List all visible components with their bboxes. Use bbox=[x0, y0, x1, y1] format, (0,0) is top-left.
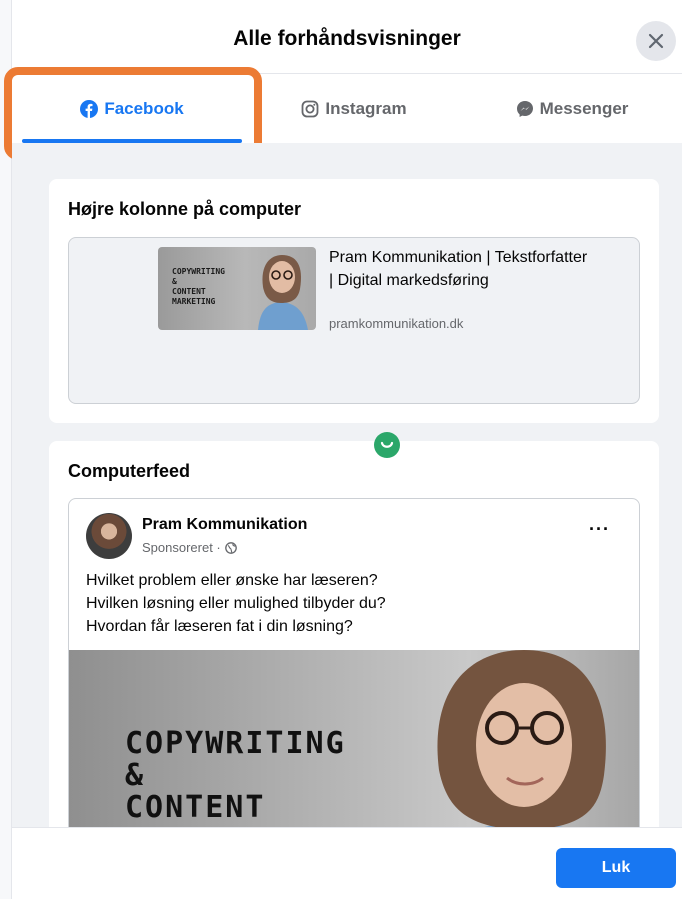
sponsored-text: Sponsoreret · bbox=[142, 540, 221, 555]
messenger-icon bbox=[516, 101, 533, 117]
avatar bbox=[86, 513, 132, 559]
tab-facebook-label: Facebook bbox=[104, 99, 184, 118]
page-name: Pram Kommunikation bbox=[142, 516, 308, 533]
dialog-header: Alle forhåndsvisninger bbox=[12, 0, 682, 74]
portrait-illustration bbox=[258, 255, 308, 330]
facebook-icon bbox=[80, 100, 99, 118]
status-indicator[interactable] bbox=[374, 432, 400, 458]
post-image-text: COPYWRITING & CONTENT bbox=[125, 726, 346, 825]
sponsored-label: Sponsoreret · bbox=[142, 540, 237, 555]
right-column-ad-preview[interactable]: COPYWRITING & CONTENT MARKETING Pram Kom… bbox=[68, 237, 640, 404]
thumbnail-text: COPYWRITING & CONTENT MARKETING bbox=[172, 267, 225, 306]
all-previews-dialog: Alle forhåndsvisninger Facebook Instagra… bbox=[4, 0, 682, 899]
instagram-icon bbox=[301, 100, 319, 118]
dialog-title: Alle forhåndsvisninger bbox=[233, 27, 461, 50]
dialog-footer: Luk bbox=[12, 827, 682, 899]
ad-link-domain: pramkommunikation.dk bbox=[329, 316, 464, 331]
more-options-button[interactable]: ··· bbox=[589, 519, 610, 540]
close-icon bbox=[648, 33, 664, 49]
post-image: COPYWRITING & CONTENT bbox=[69, 650, 639, 827]
tab-facebook[interactable]: Facebook bbox=[22, 75, 242, 143]
right-column-title: Højre kolonne på computer bbox=[68, 199, 302, 219]
smile-icon bbox=[380, 441, 394, 448]
ad-link-title: Pram Kommunikation | Tekstforfatter | Di… bbox=[329, 249, 588, 289]
right-column-card: Højre kolonne på computer COPYWRITING & … bbox=[49, 179, 659, 423]
post-text: Hvilket problem eller ønske har læseren?… bbox=[86, 569, 626, 638]
tab-messenger-label: Messenger bbox=[539, 99, 629, 118]
preview-content[interactable]: Højre kolonne på computer COPYWRITING & … bbox=[12, 143, 682, 827]
close-button[interactable] bbox=[636, 21, 676, 61]
globe-icon bbox=[224, 541, 237, 554]
computer-feed-card: Computerfeed Pram Kommunikation Sponsore… bbox=[49, 441, 659, 827]
close-dialog-button[interactable]: Luk bbox=[556, 848, 676, 888]
ad-thumbnail-image: COPYWRITING & CONTENT MARKETING bbox=[158, 247, 316, 330]
platform-tabs: Facebook Instagram Messenger bbox=[4, 67, 682, 160]
post-text-line: Hvilken løsning eller mulighed tilbyder … bbox=[86, 595, 386, 612]
portrait-illustration bbox=[437, 650, 606, 827]
post-text-line: Hvilket problem eller ønske har læseren? bbox=[86, 572, 378, 589]
computer-feed-title: Computerfeed bbox=[68, 461, 191, 481]
background-page-strip bbox=[0, 0, 12, 899]
tab-instagram[interactable]: Instagram bbox=[248, 75, 460, 143]
feed-post-preview[interactable]: Pram Kommunikation Sponsoreret · ··· Hvi… bbox=[68, 498, 640, 827]
post-text-line: Hvordan får læseren fat i din løsning? bbox=[86, 618, 353, 635]
tab-messenger[interactable]: Messenger bbox=[466, 75, 678, 143]
tab-instagram-label: Instagram bbox=[325, 99, 407, 118]
